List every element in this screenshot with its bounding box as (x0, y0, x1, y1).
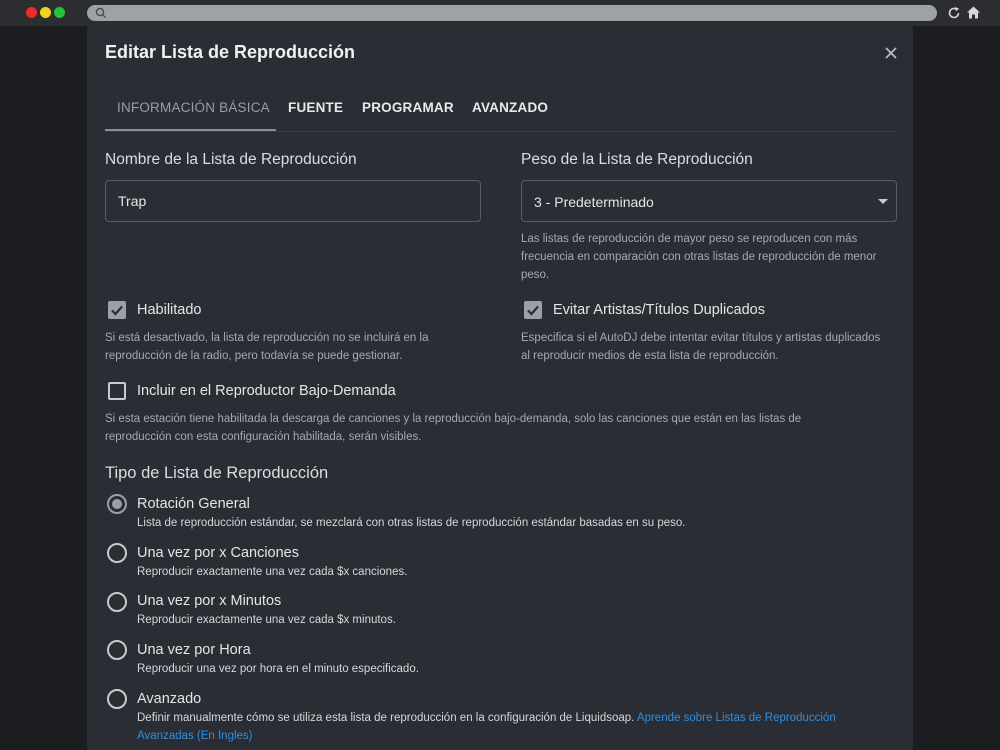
radio-once-per-hour[interactable] (107, 640, 127, 660)
name-field-label: Nombre de la Lista de Reproducción (105, 151, 357, 168)
radio-once-per-songs[interactable] (107, 543, 127, 563)
radio-once-per-minutes[interactable] (107, 592, 127, 612)
check-icon (527, 305, 539, 316)
weight-select[interactable]: 3 - Predeterminado (521, 180, 897, 222)
on-demand-label[interactable]: Incluir en el Reproductor Bajo-Demanda (137, 383, 396, 399)
once-per-minutes-label[interactable]: Una vez por x Minutos (137, 593, 281, 609)
browser-toolbar (0, 0, 1000, 26)
once-per-hour-label[interactable]: Una vez por Hora (137, 642, 251, 658)
general-rotation-desc: Lista de reproducción estándar, se mezcl… (137, 517, 686, 529)
window-maximize-dot[interactable] (54, 7, 65, 18)
avoid-duplicates-help-text: Especifica si el AutoDJ debe intentar ev… (521, 332, 881, 362)
enabled-label[interactable]: Habilitado (137, 302, 202, 318)
advanced-desc-text: Definir manualmente cómo se utiliza esta… (137, 712, 635, 724)
tab-bar: INFORMACIÓN BÁSICA FUENTE PROGRAMAR AVAN… (105, 90, 897, 132)
radio-general-rotation[interactable] (107, 494, 127, 514)
playlist-type-title: Tipo de Lista de Reproducción (105, 464, 329, 482)
modal-title: Editar Lista de Reproducción (105, 42, 356, 62)
enabled-checkbox[interactable] (108, 301, 126, 319)
advanced-desc: Definir manualmente cómo se utiliza esta… (137, 709, 877, 745)
home-icon[interactable] (966, 5, 981, 20)
once-per-songs-desc: Reproducir exactamente una vez cada $x c… (137, 566, 408, 578)
close-icon[interactable] (882, 44, 900, 62)
reload-icon[interactable] (947, 6, 961, 20)
chevron-down-icon (878, 199, 888, 204)
tab-basic-info[interactable]: INFORMACIÓN BÁSICA (117, 100, 270, 115)
advanced-label[interactable]: Avanzado (137, 691, 201, 707)
playlist-name-input[interactable] (105, 180, 481, 222)
tab-source[interactable]: FUENTE (288, 100, 343, 115)
weight-help-text: Las listas de reproducción de mayor peso… (521, 233, 877, 281)
once-per-hour-desc: Reproducir una vez por hora en el minuto… (137, 663, 419, 675)
enabled-help-text: Si está desactivado, la lista de reprodu… (105, 332, 429, 362)
once-per-minutes-desc: Reproducir exactamente una vez cada $x m… (137, 614, 396, 626)
avoid-duplicates-checkbox[interactable] (524, 301, 542, 319)
tab-schedule[interactable]: PROGRAMAR (362, 100, 454, 115)
general-rotation-label[interactable]: Rotación General (137, 496, 250, 512)
weight-select-value: 3 - Predeterminado (534, 194, 654, 210)
radio-advanced[interactable] (107, 689, 127, 709)
check-icon (111, 305, 123, 316)
window-close-dot[interactable] (26, 7, 37, 18)
on-demand-checkbox[interactable] (108, 382, 126, 400)
address-bar[interactable] (87, 5, 937, 21)
window-minimize-dot[interactable] (40, 7, 51, 18)
active-tab-indicator (105, 129, 276, 131)
weight-field-label: Peso de la Lista de Reproducción (521, 151, 753, 168)
edit-playlist-modal: Editar Lista de Reproducción INFORMACIÓN… (87, 26, 913, 750)
on-demand-help-text: Si esta estación tiene habilitada la des… (105, 413, 802, 443)
avoid-duplicates-label[interactable]: Evitar Artistas/Títulos Duplicados (553, 302, 765, 318)
once-per-songs-label[interactable]: Una vez por x Canciones (137, 545, 299, 561)
search-icon (95, 7, 106, 18)
tab-advanced[interactable]: AVANZADO (472, 100, 548, 115)
